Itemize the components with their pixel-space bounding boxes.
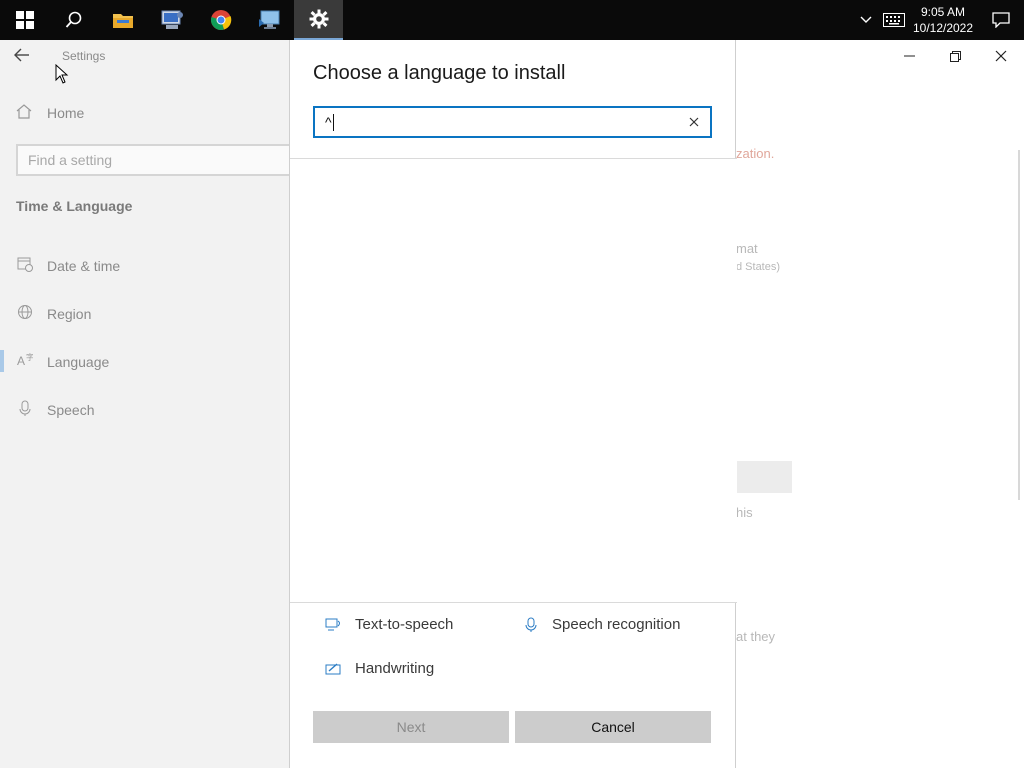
language-results-list[interactable] <box>290 159 737 602</box>
sidebar-item-label: Speech <box>47 401 95 418</box>
language-icon: A字 <box>16 352 34 371</box>
text-to-speech-icon <box>323 617 345 633</box>
back-arrow-icon[interactable] <box>14 46 34 66</box>
network-utility-icon[interactable] <box>147 0 196 40</box>
clock[interactable]: 9:05 AM 10/12/2022 <box>908 4 978 36</box>
feature-handwriting-label: Handwriting <box>355 660 435 677</box>
start-icon[interactable] <box>0 0 49 40</box>
selection-indicator <box>0 350 4 372</box>
background-they-text: at they <box>736 629 776 644</box>
taskbar: 9:05 AM 10/12/2022 <box>0 0 1024 40</box>
minimize-icon[interactable] <box>886 40 932 72</box>
sidebar-item-region[interactable]: Region <box>16 304 91 323</box>
language-search-input[interactable]: ^ <box>313 106 712 138</box>
svg-text:字: 字 <box>26 352 33 362</box>
chrome-icon[interactable] <box>196 0 245 40</box>
feature-text-to-speech-label: Text-to-speech <box>355 616 454 633</box>
background-this-text: his <box>736 505 753 520</box>
remote-desktop-icon[interactable] <box>245 0 294 40</box>
text-caret <box>332 113 334 131</box>
chevron-up-icon[interactable] <box>852 0 880 40</box>
handwriting-icon <box>323 661 345 677</box>
section-title: Time & Language <box>16 198 133 214</box>
scrollbar[interactable] <box>1018 150 1020 500</box>
next-button[interactable]: Next <box>313 711 509 743</box>
choose-language-dialog: Choose a language to install ^ Text-to-s… <box>289 40 737 768</box>
nav-home[interactable]: Home <box>16 104 84 122</box>
feature-handwriting: Handwriting <box>323 660 434 677</box>
language-search-value: ^ <box>325 114 332 130</box>
notification-icon[interactable] <box>978 0 1024 40</box>
svg-text:A: A <box>17 354 25 368</box>
file-explorer-icon[interactable] <box>98 0 147 40</box>
feature-text-to-speech: Text-to-speech <box>323 616 453 633</box>
microphone-icon <box>520 617 542 633</box>
close-icon[interactable] <box>978 40 1024 72</box>
background-error-text: zation. <box>736 146 775 161</box>
window-title: Settings <box>62 49 106 63</box>
clock-time: 9:05 AM <box>920 5 966 19</box>
find-setting-input[interactable]: Find a setting <box>16 144 306 176</box>
calendar-clock-icon <box>16 256 34 275</box>
settings-sidebar: Settings Home Find a setting Time & Lang… <box>0 40 306 768</box>
sidebar-item-date-time[interactable]: Date & time <box>16 256 120 275</box>
keyboard-icon[interactable] <box>880 0 908 40</box>
feature-speech-recognition: Speech recognition <box>520 616 680 633</box>
settings-icon[interactable] <box>294 0 343 40</box>
sidebar-item-label: Language <box>47 353 110 370</box>
clear-search-icon[interactable] <box>686 114 702 130</box>
home-icon <box>16 104 34 122</box>
search-icon[interactable] <box>49 0 98 40</box>
restore-icon[interactable] <box>932 40 978 72</box>
nav-home-label: Home <box>47 105 85 121</box>
background-country-text: d States) <box>736 261 781 273</box>
sidebar-item-label: Date & time <box>47 257 121 274</box>
divider-bottom <box>290 602 737 603</box>
microphone-icon <box>16 400 34 419</box>
cancel-button[interactable]: Cancel <box>515 711 711 743</box>
clock-date: 10/12/2022 <box>912 21 974 35</box>
background-format-text: mat <box>736 241 758 256</box>
sidebar-item-language[interactable]: A字 Language <box>16 352 109 371</box>
sidebar-item-speech[interactable]: Speech <box>16 400 94 419</box>
find-setting-placeholder: Find a setting <box>28 152 113 168</box>
mouse-pointer-icon <box>55 63 69 89</box>
dialog-title: Choose a language to install <box>313 62 566 84</box>
globe-icon <box>16 304 34 323</box>
feature-speech-recognition-label: Speech recognition <box>552 616 681 633</box>
sidebar-item-label: Region <box>47 305 92 322</box>
background-dropdown[interactable] <box>736 461 792 493</box>
